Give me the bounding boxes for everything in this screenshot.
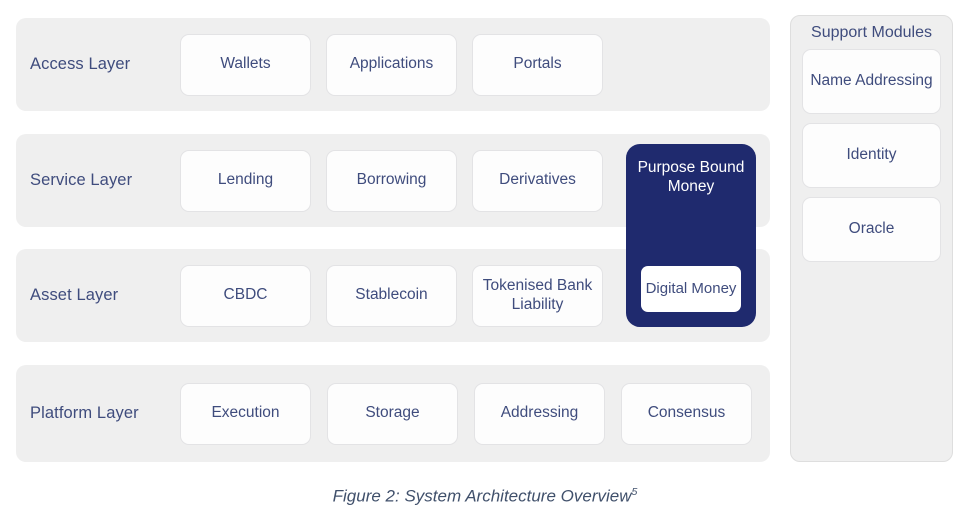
layer-label-asset: Asset Layer <box>30 286 119 304</box>
layer-cards-asset: CBDC Stablecoin Tokenised Bank Liability <box>180 264 603 327</box>
layer-card[interactable]: Lending <box>180 149 311 212</box>
layer-card[interactable]: CBDC <box>180 264 311 327</box>
purpose-bound-money-title: Purpose Bound Money <box>637 159 745 196</box>
support-modules-title: Support Modules <box>811 24 932 41</box>
layer-card[interactable]: Derivatives <box>472 149 603 212</box>
digital-money-card[interactable]: Digital Money <box>641 266 741 312</box>
layer-card[interactable]: Consensus <box>621 382 752 445</box>
layer-card[interactable]: Borrowing <box>326 149 457 212</box>
layer-cards-service: Lending Borrowing Derivatives <box>180 149 603 212</box>
layer-label-access: Access Layer <box>30 55 131 73</box>
layer-label-service: Service Layer <box>30 171 133 189</box>
support-module-card[interactable]: Name Addressing <box>802 49 941 114</box>
layer-card[interactable]: Applications <box>326 33 457 96</box>
layer-row-access: Access Layer Wallets Applications Portal… <box>16 18 770 111</box>
figure-caption-text: Figure 2: System Architecture Overview <box>332 486 632 506</box>
support-modules-panel: Support Modules Name Addressing Identity… <box>790 15 953 462</box>
figure-caption: Figure 2: System Architecture Overview5 <box>0 486 970 507</box>
layer-cards-platform: Execution Storage Addressing Consensus <box>180 382 752 445</box>
purpose-bound-money-box[interactable]: Purpose Bound Money Digital Money <box>626 144 756 327</box>
figure-caption-footnote-marker: 5 <box>631 486 638 498</box>
layer-card[interactable]: Tokenised Bank Liability <box>472 264 603 327</box>
layer-card[interactable]: Wallets <box>180 33 311 96</box>
layer-card[interactable]: Addressing <box>474 382 605 445</box>
layer-label-platform: Platform Layer <box>30 404 139 422</box>
layer-row-platform: Platform Layer Execution Storage Address… <box>16 365 770 462</box>
layer-card[interactable]: Execution <box>180 382 311 445</box>
layer-cards-access: Wallets Applications Portals <box>180 33 603 96</box>
system-architecture-figure: Access Layer Wallets Applications Portal… <box>0 0 970 524</box>
layer-card[interactable]: Portals <box>472 33 603 96</box>
layer-card[interactable]: Stablecoin <box>326 264 457 327</box>
support-module-card[interactable]: Identity <box>802 123 941 188</box>
support-module-card[interactable]: Oracle <box>802 197 941 262</box>
layer-card[interactable]: Storage <box>327 382 458 445</box>
